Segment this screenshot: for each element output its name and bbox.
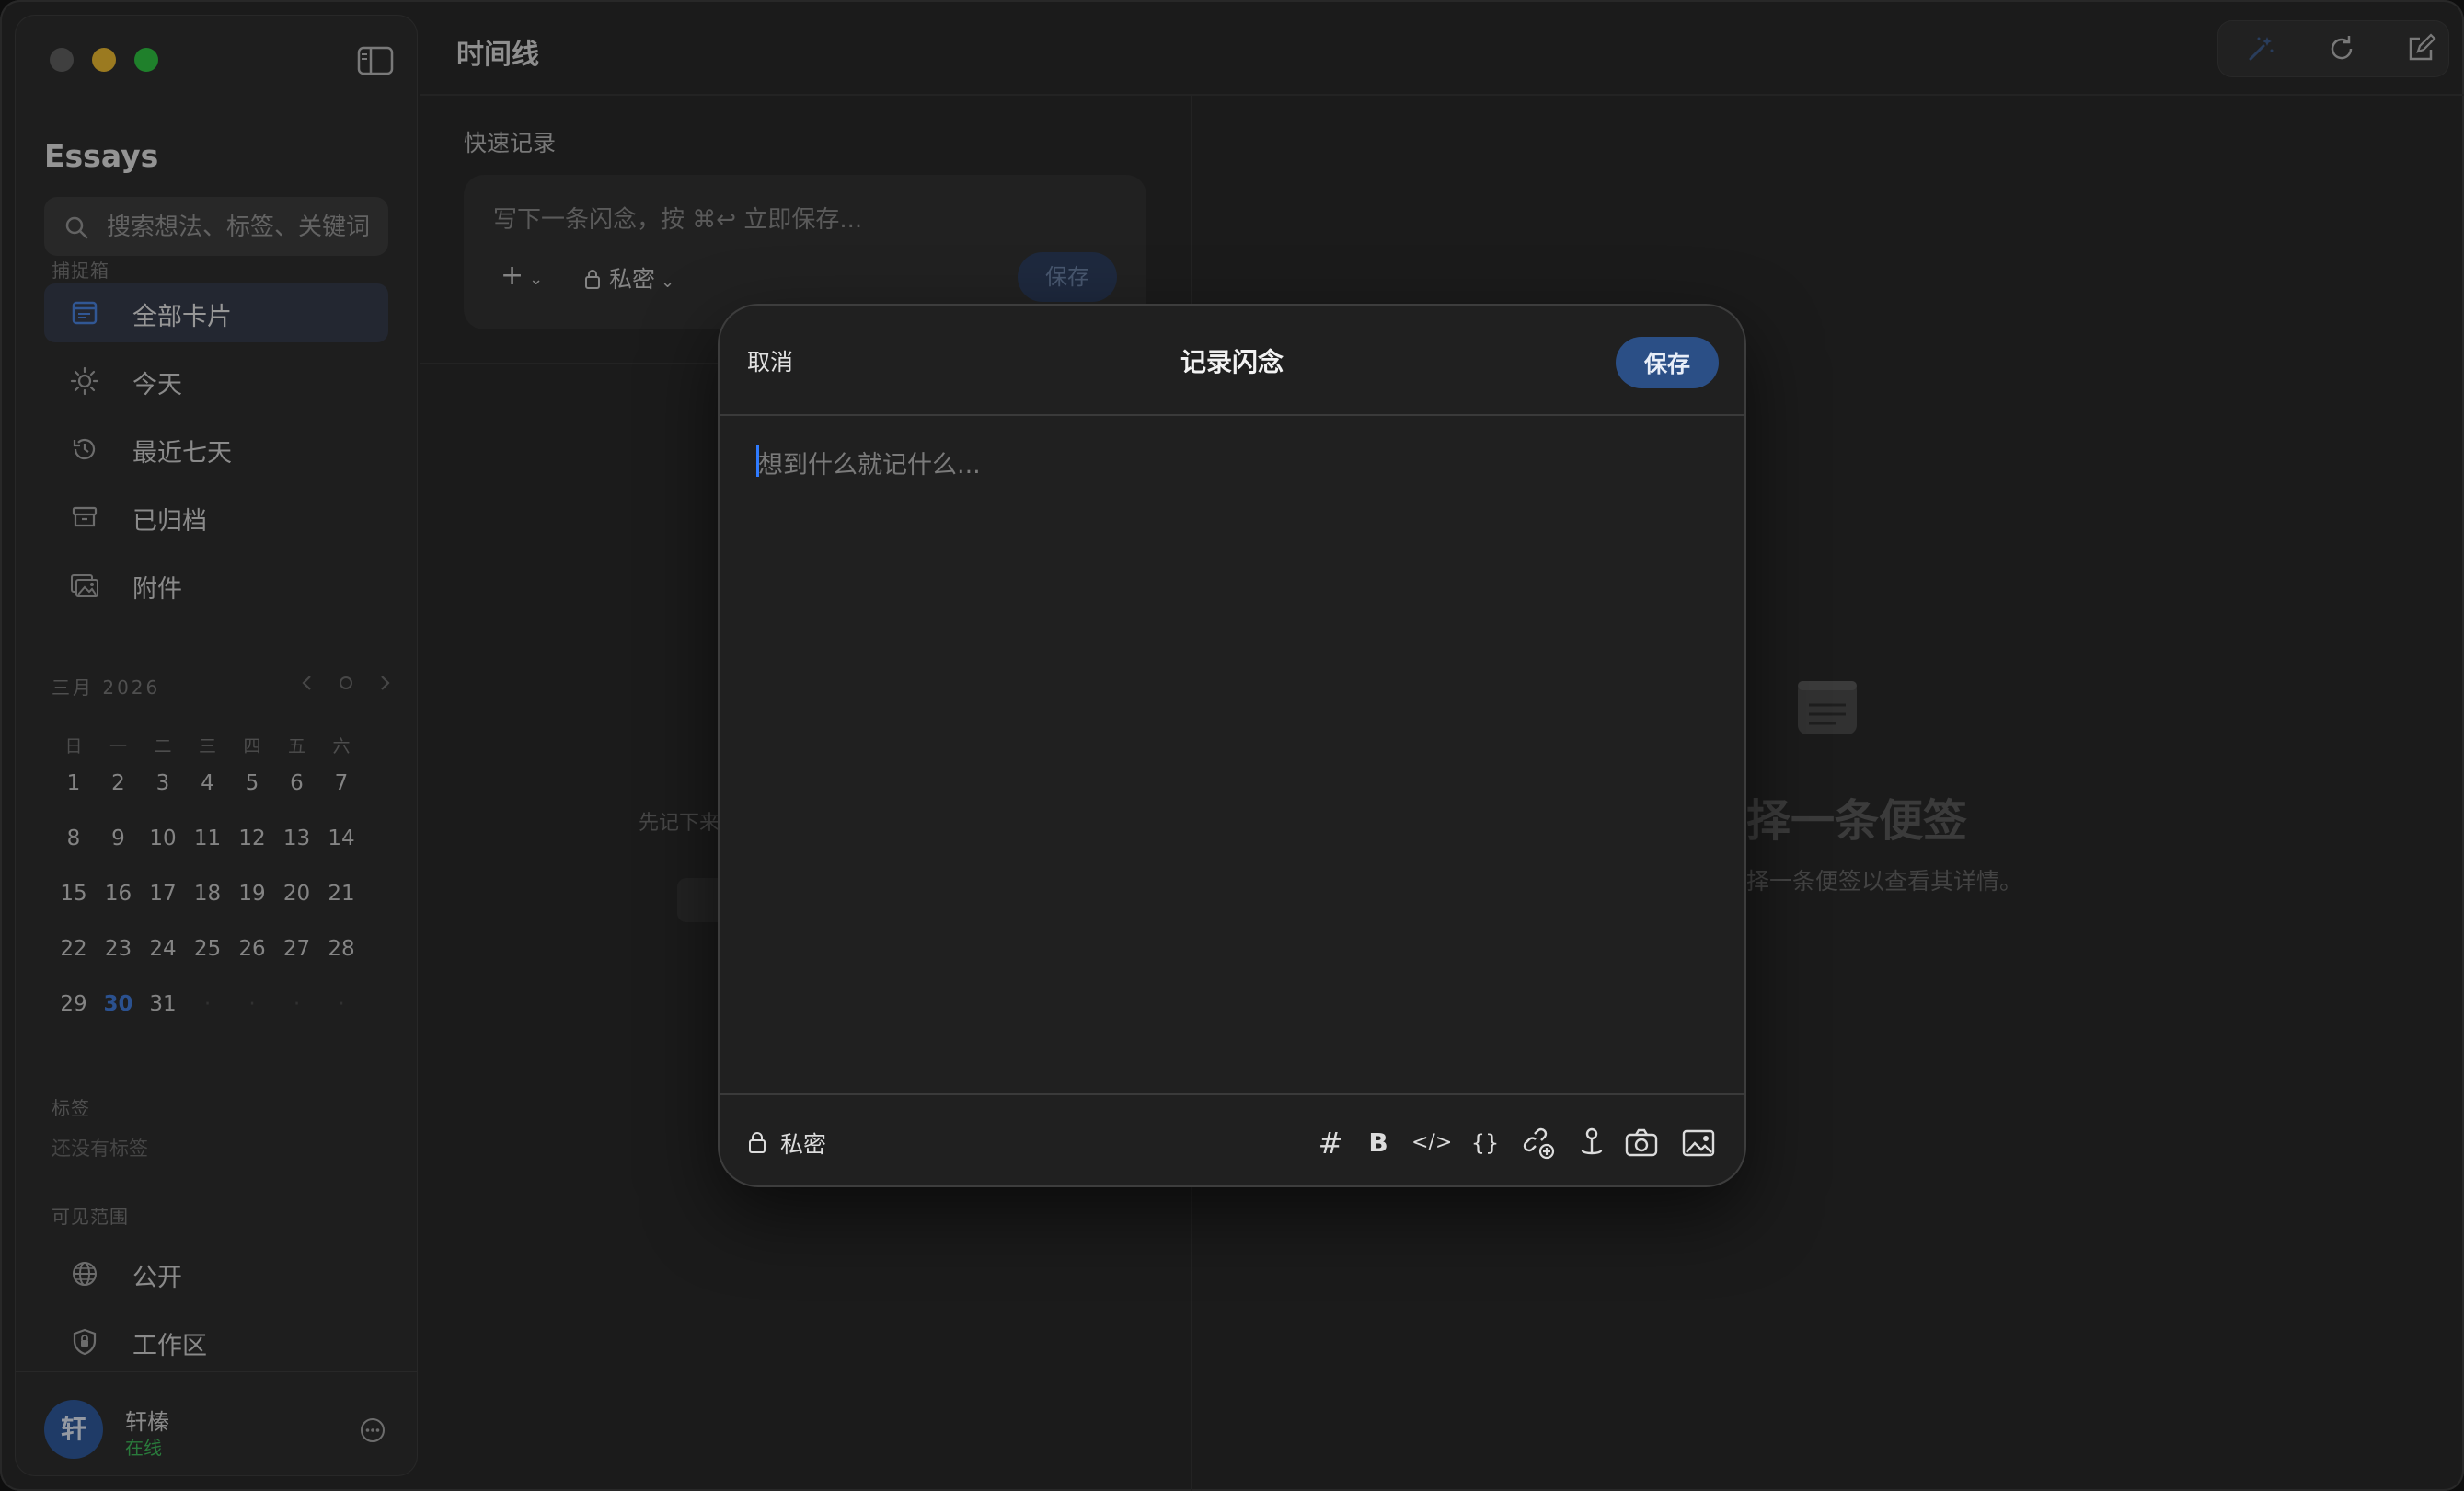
dialog-footer-divider [720, 1093, 1744, 1095]
dialog-header-divider [720, 414, 1744, 416]
image-icon[interactable] [1680, 1125, 1717, 1162]
location-pin-icon[interactable] [1573, 1125, 1610, 1162]
record-thought-dialog: 取消 记录闪念 保存 私密 # B </> {} [720, 306, 1744, 1185]
lock-icon[interactable] [747, 1130, 767, 1154]
text-caret [756, 445, 759, 477]
add-link-icon[interactable] [1520, 1125, 1557, 1162]
bold-icon[interactable]: B [1360, 1125, 1397, 1162]
app-window: Essays 捕捉箱 全部卡片 [0, 0, 2464, 1491]
thought-editor[interactable] [756, 444, 1708, 963]
camera-icon[interactable] [1623, 1125, 1660, 1162]
inline-code-icon[interactable]: </> [1411, 1125, 1452, 1162]
privacy-toggle[interactable]: 私密 [780, 1127, 826, 1160]
save-button[interactable]: 保存 [1616, 337, 1719, 388]
code-block-icon[interactable]: {} [1467, 1125, 1503, 1162]
hashtag-icon[interactable]: # [1312, 1125, 1349, 1162]
dialog-title: 记录闪念 [1180, 347, 1284, 377]
